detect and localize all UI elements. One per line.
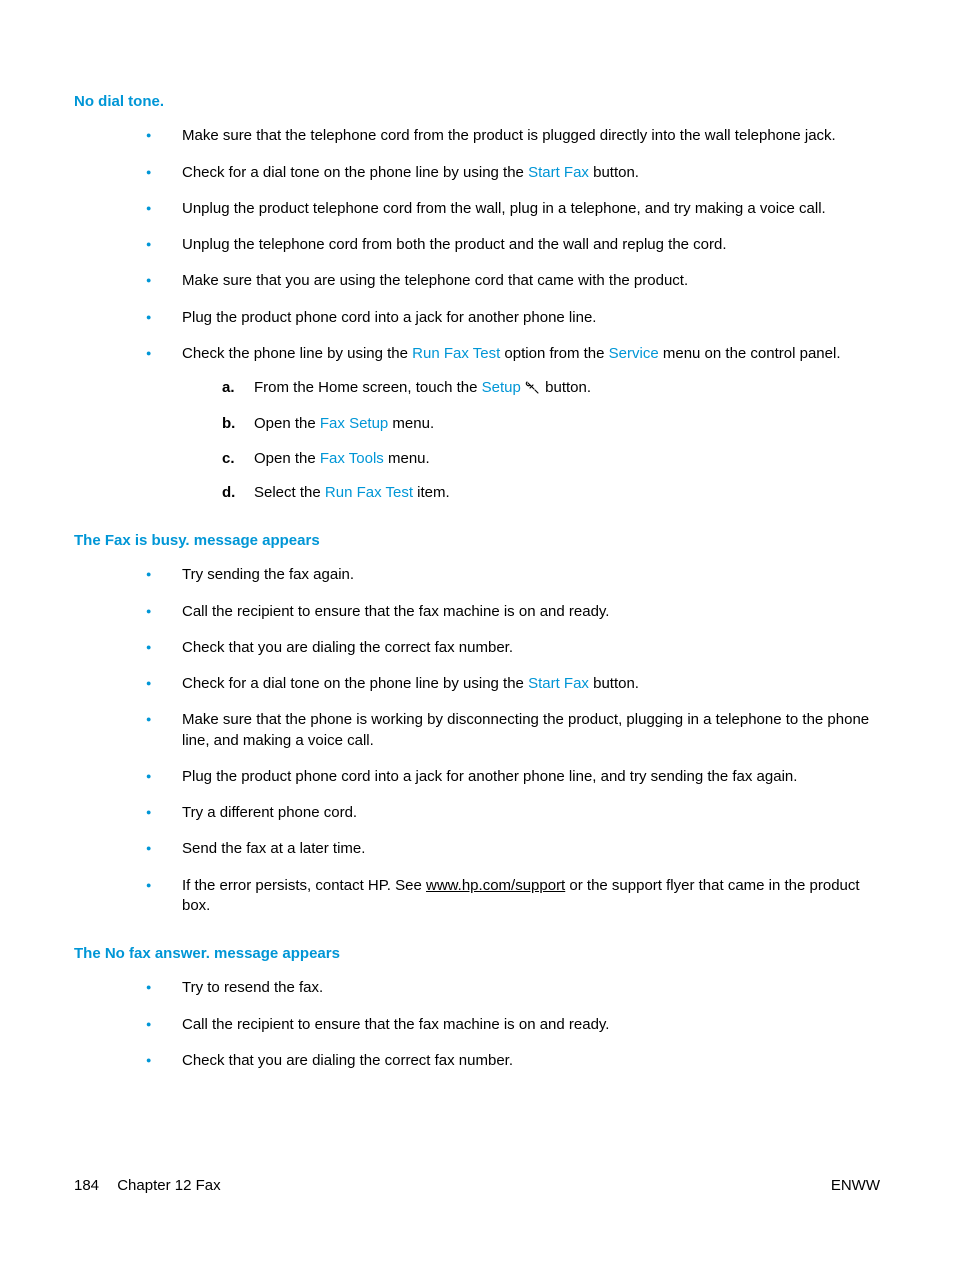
step-item: d. Select the Run Fax Test item.	[222, 483, 880, 503]
bullet-text: Plug the product phone cord into a jack …	[182, 768, 797, 785]
ui-term: Start Fax	[528, 164, 589, 181]
list-item: Make sure that the telephone cord from t…	[146, 126, 880, 146]
wrench-icon	[525, 380, 541, 400]
list-item: Try to resend the fax.	[146, 978, 880, 998]
list-item: Check that you are dialing the correct f…	[146, 638, 880, 658]
section-heading-no-dial-tone: No dial tone.	[74, 92, 880, 112]
step-label: c.	[222, 449, 235, 469]
list-item: Call the recipient to ensure that the fa…	[146, 1015, 880, 1035]
step-label: a.	[222, 378, 235, 398]
bullet-text: Send the fax at a later time.	[182, 840, 365, 857]
step-text: From the Home screen, touch the	[254, 379, 482, 396]
step-text: Select the	[254, 484, 325, 501]
bullet-text: Call the recipient to ensure that the fa…	[182, 1016, 609, 1033]
bullet-text: Make sure that the phone is working by d…	[182, 711, 869, 748]
page-footer: 184 Chapter 12 Fax ENWW	[0, 1176, 954, 1196]
bullet-text: Check for a dial tone on the phone line …	[182, 675, 528, 692]
page-content: No dial tone. Make sure that the telepho…	[0, 0, 954, 1071]
list-item: Make sure that you are using the telepho…	[146, 271, 880, 291]
ui-term: Setup	[482, 379, 521, 396]
list-item: Check that you are dialing the correct f…	[146, 1051, 880, 1071]
list-item: Unplug the product telephone cord from t…	[146, 199, 880, 219]
footer-left: 184 Chapter 12 Fax	[74, 1176, 221, 1196]
step-item: b. Open the Fax Setup menu.	[222, 414, 880, 434]
bullet-text: Unplug the product telephone cord from t…	[182, 200, 826, 217]
step-text: Open the	[254, 450, 320, 467]
list-item: Try sending the fax again.	[146, 565, 880, 585]
bullet-text: button.	[589, 675, 639, 692]
bullet-text: Try to resend the fax.	[182, 979, 323, 996]
list-item: If the error persists, contact HP. See w…	[146, 876, 880, 917]
bullet-text: button.	[589, 164, 639, 181]
bullet-text: Check that you are dialing the correct f…	[182, 639, 513, 656]
step-text: menu.	[384, 450, 430, 467]
step-label: d.	[222, 483, 235, 503]
ui-term: Service	[609, 345, 659, 362]
bullet-text: Check the phone line by using the	[182, 345, 412, 362]
ui-term: Run Fax Test	[325, 484, 413, 501]
list-item: Unplug the telephone cord from both the …	[146, 235, 880, 255]
bullet-list: Try to resend the fax. Call the recipien…	[146, 978, 880, 1071]
bullet-text: Make sure that you are using the telepho…	[182, 272, 688, 289]
ui-term: Run Fax Test	[412, 345, 500, 362]
bullet-list: Try sending the fax again. Call the reci…	[146, 565, 880, 916]
ui-term: Start Fax	[528, 675, 589, 692]
section-heading-no-fax-answer: The No fax answer. message appears	[74, 944, 880, 964]
step-item: a. From the Home screen, touch the Setup…	[222, 378, 880, 400]
step-text: Open the	[254, 415, 320, 432]
step-text: item.	[413, 484, 450, 501]
step-text: menu.	[388, 415, 434, 432]
bullet-text: option from the	[500, 345, 608, 362]
list-item: Plug the product phone cord into a jack …	[146, 767, 880, 787]
bullet-list: Make sure that the telephone cord from t…	[146, 126, 880, 503]
list-item: Make sure that the phone is working by d…	[146, 710, 880, 751]
bullet-text: Check that you are dialing the correct f…	[182, 1052, 513, 1069]
bullet-text: Call the recipient to ensure that the fa…	[182, 603, 609, 620]
footer-right: ENWW	[831, 1176, 880, 1196]
list-item: Check for a dial tone on the phone line …	[146, 163, 880, 183]
bullet-text: menu on the control panel.	[659, 345, 841, 362]
list-item: Check the phone line by using the Run Fa…	[146, 344, 880, 503]
ui-term: Fax Tools	[320, 450, 384, 467]
step-list: a. From the Home screen, touch the Setup…	[222, 378, 880, 503]
list-item: Check for a dial tone on the phone line …	[146, 674, 880, 694]
bullet-text: Check for a dial tone on the phone line …	[182, 164, 528, 181]
list-item: Plug the product phone cord into a jack …	[146, 308, 880, 328]
ui-term: Fax Setup	[320, 415, 388, 432]
bullet-text: Try sending the fax again.	[182, 566, 354, 583]
list-item: Send the fax at a later time.	[146, 839, 880, 859]
step-label: b.	[222, 414, 235, 434]
list-item: Try a different phone cord.	[146, 803, 880, 823]
page-number: 184	[74, 1177, 99, 1194]
bullet-text: Try a different phone cord.	[182, 804, 357, 821]
bullet-text: Plug the product phone cord into a jack …	[182, 309, 596, 326]
bullet-text: Make sure that the telephone cord from t…	[182, 127, 836, 144]
step-item: c. Open the Fax Tools menu.	[222, 449, 880, 469]
chapter-label: Chapter 12 Fax	[117, 1177, 220, 1194]
bullet-text: Unplug the telephone cord from both the …	[182, 236, 727, 253]
list-item: Call the recipient to ensure that the fa…	[146, 602, 880, 622]
support-link[interactable]: www.hp.com/support	[426, 877, 565, 894]
step-text: button.	[545, 379, 591, 396]
section-heading-fax-busy: The Fax is busy. message appears	[74, 531, 880, 551]
bullet-text: If the error persists, contact HP. See	[182, 877, 426, 894]
